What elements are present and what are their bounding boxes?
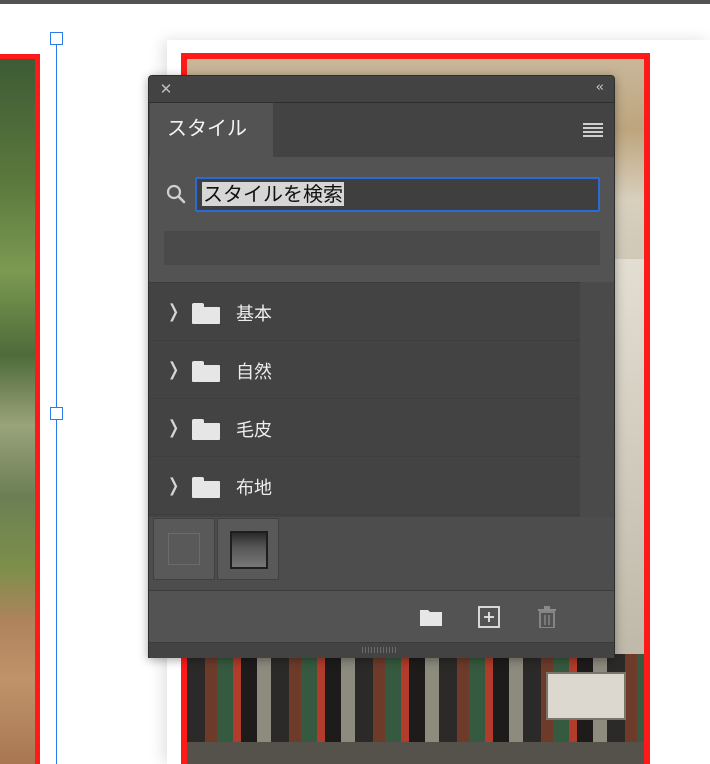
chevron-right-icon[interactable]: ❭	[166, 417, 181, 438]
style-group-label: 毛皮	[236, 420, 272, 441]
close-icon[interactable]: ✕	[158, 81, 174, 97]
folder-icon	[192, 361, 220, 382]
search-icon	[166, 184, 186, 204]
styles-panel: ✕ ‹‹ スタイル スタイルを検索 ❭ 基本 ❭ 自然 ❭ 毛皮 ❭ 布地	[148, 75, 615, 658]
app-top-bar	[0, 0, 710, 4]
style-group-nature[interactable]: ❭ 自然	[149, 341, 580, 399]
photo-building	[614, 259, 644, 719]
folder-icon	[192, 419, 220, 440]
list-scrollbar[interactable]	[580, 282, 614, 517]
style-group-label: 基本	[236, 304, 272, 325]
selection-handle-middle[interactable]	[50, 407, 63, 420]
preset-bevel-thumbnail[interactable]	[217, 518, 279, 580]
chevron-right-icon[interactable]: ❭	[166, 359, 181, 380]
panel-tabbar: スタイル	[149, 103, 614, 157]
style-group-fabric[interactable]: ❭ 布地	[149, 457, 580, 515]
style-preset-thumbnails	[149, 517, 614, 590]
new-style-add-icon[interactable]	[477, 606, 501, 628]
selection-bounding-edge	[56, 38, 57, 764]
chevron-right-icon[interactable]: ❭	[166, 301, 181, 322]
tab-styles[interactable]: スタイル	[150, 103, 273, 157]
folder-icon	[192, 477, 220, 498]
left-artboard-image[interactable]	[0, 54, 40, 764]
panel-resize-handle[interactable]	[149, 642, 614, 658]
panel-titlebar[interactable]: ✕ ‹‹	[149, 76, 614, 103]
selection-handle-top[interactable]	[50, 32, 63, 45]
search-input-value: スタイルを検索	[202, 182, 344, 206]
style-group-fur[interactable]: ❭ 毛皮	[149, 399, 580, 457]
style-group-label: 自然	[236, 362, 272, 383]
collapse-panel-icon[interactable]: ‹‹	[596, 80, 605, 95]
photo-truck	[546, 672, 626, 720]
delete-trash-icon[interactable]	[535, 606, 559, 628]
search-input[interactable]: スタイルを検索	[195, 177, 600, 212]
preset-none-thumbnail[interactable]	[153, 518, 215, 580]
style-group-label: 布地	[236, 478, 272, 499]
folder-icon	[192, 303, 220, 324]
recent-styles-strip	[164, 231, 600, 265]
panel-menu-icon[interactable]	[583, 123, 603, 137]
style-group-basic[interactable]: ❭ 基本	[149, 283, 580, 341]
panel-footer	[149, 590, 614, 642]
chevron-right-icon[interactable]: ❭	[166, 475, 181, 496]
photo-street	[187, 742, 644, 764]
new-group-folder-icon[interactable]	[419, 606, 443, 628]
style-group-list: ❭ 基本 ❭ 自然 ❭ 毛皮 ❭ 布地	[149, 282, 580, 518]
